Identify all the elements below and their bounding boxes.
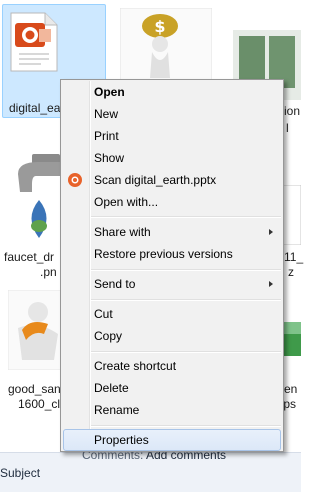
menu-item-send-to-label: Send to [94, 277, 136, 291]
menu-separator [91, 299, 281, 301]
menu-item-show[interactable]: Show [63, 147, 281, 169]
menu-separator [91, 269, 281, 271]
file-name-faucet: faucet_dr [4, 250, 55, 264]
menu-item-copy[interactable]: Copy [63, 325, 281, 347]
antivirus-scan-icon [68, 173, 82, 187]
menu-item-rename[interactable]: Rename [63, 399, 281, 421]
details-pane: Subject Comments: Add comments [0, 448, 301, 492]
menu-separator [91, 216, 281, 218]
menu-item-open[interactable]: Open [63, 81, 281, 103]
file-name-partial-b: l [286, 121, 289, 135]
menu-item-scan-label: Scan digital_earth.pptx [94, 173, 217, 187]
menu-item-print[interactable]: Print [63, 125, 281, 147]
menu-item-properties[interactable]: Properties [63, 429, 281, 451]
document-thumbnail[interactable] [283, 185, 301, 245]
menu-item-new[interactable]: New [63, 103, 281, 125]
menu-item-send-to[interactable]: Send to [63, 273, 281, 295]
file-name-good-sam-ext: 1600_cl [18, 397, 61, 411]
file-name-partial-e: en [284, 382, 298, 396]
menu-item-restore[interactable]: Restore previous versions [63, 243, 281, 265]
pptx-file-icon [10, 12, 58, 72]
submenu-arrow-icon [269, 229, 273, 235]
menu-item-create-shortcut[interactable]: Create shortcut [63, 355, 281, 377]
menu-item-delete[interactable]: Delete [63, 377, 281, 399]
file-name-partial-d: z [288, 265, 294, 279]
file-name-good-sam: good_san [8, 382, 61, 396]
menu-item-cut[interactable]: Cut [63, 303, 281, 325]
menu-separator [91, 351, 281, 353]
faucet-drop-thumbnail[interactable] [14, 152, 64, 242]
green-image-thumbnail[interactable] [284, 322, 301, 356]
context-menu: Open New Print Show Scan digital_earth.p… [60, 79, 284, 452]
menu-item-open-with[interactable]: Open with... [63, 191, 281, 213]
menu-item-scan[interactable]: Scan digital_earth.pptx [63, 169, 281, 191]
menu-separator [91, 425, 281, 427]
money-man-thumbnail[interactable]: $ [120, 8, 212, 86]
subject-label: Subject [0, 466, 41, 480]
menu-item-share-with[interactable]: Share with [63, 221, 281, 243]
svg-text:$: $ [154, 17, 165, 36]
menu-item-share-with-label: Share with [94, 225, 151, 239]
file-name-partial-c: 11_ [284, 250, 304, 264]
good-samaritan-thumbnail[interactable] [8, 290, 64, 370]
submenu-arrow-icon [269, 281, 273, 287]
